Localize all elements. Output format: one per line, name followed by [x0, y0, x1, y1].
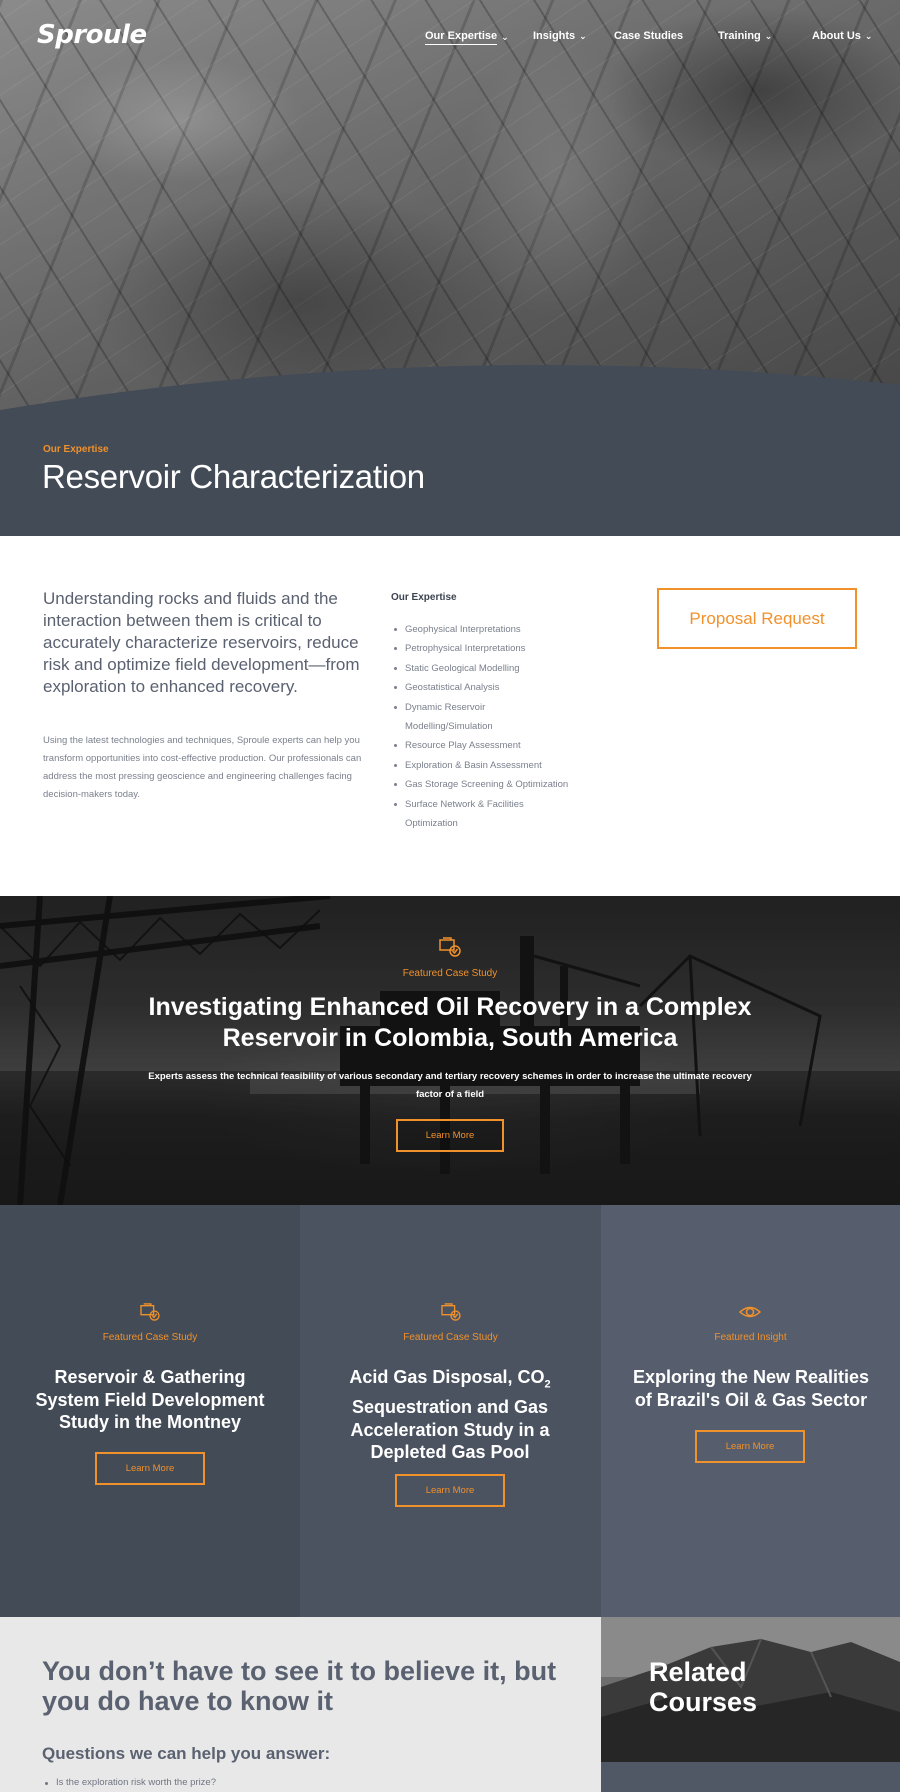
chevron-down-icon: ⌄ — [764, 30, 773, 41]
chevron-down-icon: ⌄ — [864, 30, 873, 41]
featured-description: Experts assess the technical feasibility… — [148, 1071, 752, 1100]
expertise-item[interactable]: Exploration & Basin Assessment — [391, 756, 591, 775]
nav-label: Case Studies — [614, 30, 684, 42]
expertise-item[interactable]: Geophysical Interpretations — [391, 620, 591, 639]
main-nav: Our Expertise ⌄ Insights ⌄ Case Studies … — [0, 30, 900, 50]
intro-body-text: Using the latest technologies and techni… — [43, 735, 362, 800]
featured-learn-more-button[interactable]: Learn More — [396, 1119, 504, 1152]
nav-label: Training — [718, 30, 761, 42]
expertise-item[interactable]: Petrophysical Interpretations — [391, 639, 591, 658]
case-study-icon — [140, 1303, 160, 1321]
expertise-list-title: Our Expertise — [391, 592, 457, 603]
insight-card: Featured Insight Exploring the New Reali… — [601, 1205, 900, 1617]
expertise-item[interactable]: Gas Storage Screening & Optimization — [391, 775, 591, 794]
nav-label: Our Expertise — [425, 30, 498, 45]
related-courses-title[interactable]: Related Courses — [649, 1657, 849, 1717]
expertise-item[interactable]: Dynamic Reservoir Modelling/Simulation — [391, 698, 501, 737]
case-study-icon — [441, 1303, 461, 1321]
card-title: Acid Gas Disposal, CO2 Sequestration and… — [330, 1366, 570, 1464]
case-study-card: Featured Case Study Reservoir & Gatherin… — [0, 1205, 300, 1617]
nav-item-case-studies[interactable]: Case Studies — [614, 30, 683, 42]
chevron-down-icon: ⌄ — [579, 30, 587, 41]
nav-item-about-us[interactable]: About Us ⌄ — [812, 30, 872, 42]
chevron-down-icon: ⌄ — [501, 32, 509, 42]
expertise-list: Geophysical Interpretations Petrophysica… — [391, 620, 591, 833]
learn-more-button[interactable]: Learn More — [395, 1474, 505, 1507]
expertise-item[interactable]: Static Geological Modelling — [391, 659, 591, 678]
expertise-item[interactable]: Surface Network & Facilities Optimizatio… — [391, 795, 541, 834]
hero-eyebrow: Our Expertise — [43, 444, 109, 455]
expertise-item[interactable]: Geostatistical Analysis — [391, 678, 591, 697]
nav-item-insights[interactable]: Insights ⌄ — [533, 30, 587, 42]
learn-more-button[interactable]: Learn More — [95, 1452, 205, 1485]
nav-item-training[interactable]: Training ⌄ — [718, 30, 772, 42]
learn-more-button[interactable]: Learn More — [695, 1430, 805, 1463]
questions-list: Is the exploration risk worth the prize? — [42, 1777, 216, 1788]
card-title-part: Sequestration and Gas Acceleration Study… — [350, 1397, 550, 1463]
proposal-request-button[interactable]: Proposal Request — [657, 588, 857, 649]
card-title-subscript: 2 — [544, 1378, 551, 1391]
questions-title: You don’t have to see it to believe it, … — [42, 1656, 557, 1716]
card-title: Reservoir & Gathering System Field Devel… — [35, 1367, 265, 1432]
nav-label: Insights — [533, 30, 576, 42]
card-title-part: Acid Gas Disposal, CO — [349, 1367, 545, 1387]
intro-lead-text: Understanding rocks and fluids and the i… — [43, 589, 360, 696]
card-eyebrow: Featured Case Study — [102, 1332, 198, 1343]
eye-icon — [739, 1306, 761, 1318]
featured-eyebrow: Featured Case Study — [402, 968, 498, 979]
nav-label: About Us — [812, 30, 861, 42]
case-study-icon — [439, 937, 461, 957]
nav-item-our-expertise[interactable]: Our Expertise ⌄ — [425, 30, 509, 45]
question-item: Is the exploration risk worth the prize? — [42, 1777, 216, 1788]
questions-subtitle: Questions we can help you answer: — [42, 1744, 331, 1763]
page-title: Reservoir Characterization — [42, 458, 425, 495]
card-eyebrow: Featured Insight — [714, 1332, 787, 1343]
featured-title: Investigating Enhanced Oil Recovery in a… — [148, 993, 752, 1052]
card-title: Exploring the New Realities of Brazil's … — [632, 1367, 870, 1410]
card-eyebrow: Featured Case Study — [403, 1332, 498, 1343]
expertise-item[interactable]: Resource Play Assessment — [391, 736, 591, 755]
hero-curve-divider — [0, 365, 900, 536]
hero-section: Sproule Our Expertise ⌄ Insights ⌄ Case … — [0, 0, 900, 536]
case-study-card: Featured Case Study Acid Gas Disposal, C… — [300, 1205, 601, 1617]
